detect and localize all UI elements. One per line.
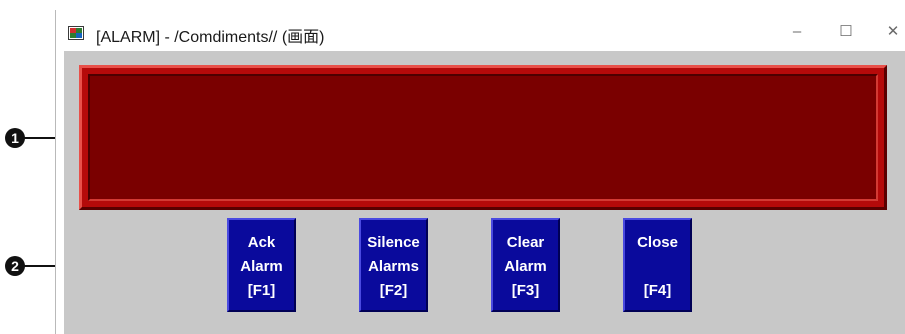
close-button[interactable]: Close [F4] — [623, 218, 692, 312]
alarm-message-area — [88, 74, 878, 201]
callout-2-marker: 2 — [5, 256, 25, 276]
close-window-button[interactable]: ✕ — [873, 16, 905, 46]
ack-alarm-button[interactable]: Ack Alarm [F1] — [227, 218, 296, 312]
maximize-button[interactable]: ☐ — [826, 16, 866, 46]
alarm-window: [ALARM] - /Comdiments// (画面) – ☐ ✕ Ack A… — [55, 10, 905, 334]
close-shortcut: [F4] — [643, 282, 672, 299]
silence-alarms-label-2: Alarms — [368, 258, 419, 275]
close-label-1: Close — [637, 234, 678, 251]
window-title: [ALARM] - /Comdiments// (画面) — [96, 29, 325, 46]
app-icon — [68, 26, 84, 40]
clear-alarm-label-2: Alarm — [504, 258, 547, 275]
ack-alarm-label-1: Ack — [247, 234, 276, 251]
clear-alarm-button[interactable]: Clear Alarm [F3] — [491, 218, 560, 312]
callout-1-marker: 1 — [5, 128, 25, 148]
window-client-area: Ack Alarm [F1] Silence Alarms [F2] Clear… — [64, 51, 905, 334]
title-bar[interactable]: [ALARM] - /Comdiments// (画面) – ☐ ✕ — [56, 10, 905, 56]
silence-alarms-button[interactable]: Silence Alarms [F2] — [359, 218, 428, 312]
ack-alarm-label-2: Alarm — [240, 258, 283, 275]
silence-alarms-shortcut: [F2] — [379, 282, 408, 299]
clear-alarm-shortcut: [F3] — [511, 282, 540, 299]
close-label-2 — [625, 255, 690, 279]
alarm-banner — [79, 65, 887, 210]
silence-alarms-label-1: Silence — [367, 234, 420, 251]
clear-alarm-label-1: Clear — [506, 234, 545, 251]
minimize-button[interactable]: – — [777, 16, 817, 46]
ack-alarm-shortcut: [F1] — [247, 282, 276, 299]
